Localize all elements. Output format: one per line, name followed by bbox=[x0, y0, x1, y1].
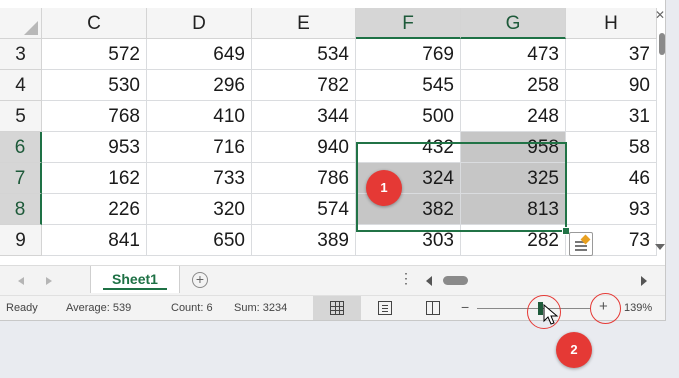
cell[interactable]: 768 bbox=[42, 101, 147, 132]
cell[interactable]: 162 bbox=[42, 163, 147, 194]
cell[interactable]: 572 bbox=[42, 39, 147, 70]
zoom-level[interactable]: 139% bbox=[624, 302, 652, 314]
table-row: 3 572 649 534 769 473 37 bbox=[0, 39, 665, 70]
cell[interactable]: 320 bbox=[147, 194, 252, 225]
close-icon[interactable]: ✕ bbox=[654, 8, 665, 22]
sheet-tab-sheet1[interactable]: Sheet1 bbox=[90, 266, 180, 293]
cell[interactable]: 473 bbox=[461, 39, 566, 70]
selected-cell[interactable]: 325 bbox=[461, 163, 566, 194]
cell[interactable]: 716 bbox=[147, 132, 252, 163]
cell[interactable]: 282 bbox=[461, 225, 566, 256]
row-header[interactable]: 8 bbox=[0, 194, 42, 225]
zoom-out-button[interactable]: − bbox=[461, 299, 469, 315]
highlight-ring-plus bbox=[590, 293, 621, 324]
ready-status: Ready bbox=[6, 302, 38, 314]
cell[interactable]: 769 bbox=[356, 39, 461, 70]
next-sheet-arrow-icon[interactable] bbox=[46, 277, 52, 285]
page-break-icon bbox=[426, 301, 440, 315]
cell[interactable]: 574 bbox=[252, 194, 356, 225]
table-row: 6 953 716 940 432 958 58 bbox=[0, 132, 665, 163]
cell[interactable]: 410 bbox=[147, 101, 252, 132]
quick-analysis-icon-line bbox=[575, 249, 587, 251]
scroll-left-arrow-icon[interactable] bbox=[426, 276, 432, 286]
cell[interactable]: 530 bbox=[42, 70, 147, 101]
cell[interactable]: 90 bbox=[566, 70, 657, 101]
cell[interactable]: 58 bbox=[566, 132, 657, 163]
count-status[interactable]: Count: 6 bbox=[171, 302, 213, 314]
page-layout-icon bbox=[378, 301, 392, 315]
mouse-pointer-icon bbox=[543, 304, 559, 325]
row-header[interactable]: 6 bbox=[0, 132, 42, 163]
table-row: 8 226 320 574 382 813 93 bbox=[0, 194, 665, 225]
select-all-corner[interactable] bbox=[0, 8, 42, 39]
page-break-preview-button[interactable] bbox=[409, 296, 457, 320]
cell[interactable]: 786 bbox=[252, 163, 356, 194]
selected-cell[interactable]: 813 bbox=[461, 194, 566, 225]
cell[interactable]: 841 bbox=[42, 225, 147, 256]
cell[interactable]: 226 bbox=[42, 194, 147, 225]
scroll-right-arrow-icon[interactable] bbox=[641, 276, 647, 286]
average-status[interactable]: Average: 539 bbox=[66, 302, 131, 314]
vertical-scroll-thumb[interactable] bbox=[659, 33, 665, 55]
table-row: 5 768 410 344 500 248 31 bbox=[0, 101, 665, 132]
row-header[interactable]: 4 bbox=[0, 70, 42, 101]
row-header[interactable]: 3 bbox=[0, 39, 42, 70]
cell[interactable]: 93 bbox=[566, 194, 657, 225]
cell[interactable]: 500 bbox=[356, 101, 461, 132]
page-layout-view-button[interactable] bbox=[361, 296, 409, 320]
cell[interactable]: 650 bbox=[147, 225, 252, 256]
column-header-d[interactable]: D bbox=[147, 8, 252, 39]
normal-view-button[interactable] bbox=[313, 296, 361, 320]
cell[interactable]: 534 bbox=[252, 39, 356, 70]
quick-analysis-button[interactable] bbox=[569, 232, 593, 256]
cell[interactable]: 296 bbox=[147, 70, 252, 101]
more-options-icon[interactable]: ⋮ bbox=[399, 270, 413, 287]
previous-sheet-arrow-icon[interactable] bbox=[18, 277, 24, 285]
cell[interactable]: 389 bbox=[252, 225, 356, 256]
cell[interactable]: 545 bbox=[356, 70, 461, 101]
column-header-c[interactable]: C bbox=[42, 8, 147, 39]
column-header-f[interactable]: F bbox=[356, 8, 461, 39]
quick-analysis-icon-line bbox=[575, 245, 587, 247]
column-header-row: C D E F G H bbox=[0, 8, 665, 39]
table-row: 7 162 733 786 324 325 46 bbox=[0, 163, 665, 194]
sum-status[interactable]: Sum: 3234 bbox=[234, 302, 287, 314]
active-cell[interactable]: 432 bbox=[356, 132, 461, 163]
cell[interactable]: 258 bbox=[461, 70, 566, 101]
excel-window: C D E F G H 3 572 649 534 769 473 37 4 5… bbox=[0, 0, 666, 321]
cell[interactable]: 31 bbox=[566, 101, 657, 132]
cell[interactable]: 344 bbox=[252, 101, 356, 132]
cell[interactable]: 37 bbox=[566, 39, 657, 70]
cell[interactable]: 940 bbox=[252, 132, 356, 163]
row-header[interactable]: 9 bbox=[0, 225, 42, 256]
row-header[interactable]: 7 bbox=[0, 163, 42, 194]
column-header-e[interactable]: E bbox=[252, 8, 356, 39]
scroll-down-arrow-icon[interactable] bbox=[655, 244, 665, 250]
selected-cell[interactable]: 958 bbox=[461, 132, 566, 163]
add-sheet-button[interactable]: + bbox=[192, 272, 208, 288]
cell[interactable]: 248 bbox=[461, 101, 566, 132]
cell[interactable]: 782 bbox=[252, 70, 356, 101]
column-header-g[interactable]: G bbox=[461, 8, 566, 39]
sheet-tab-bar: Sheet1 + ⋮ bbox=[0, 265, 665, 295]
cell[interactable]: 953 bbox=[42, 132, 147, 163]
step-marker-2: 2 bbox=[556, 332, 592, 368]
cell[interactable]: 303 bbox=[356, 225, 461, 256]
column-header-h[interactable]: H bbox=[566, 8, 657, 39]
normal-view-icon bbox=[330, 301, 344, 315]
cell[interactable]: 46 bbox=[566, 163, 657, 194]
status-bar: Ready Average: 539 Count: 6 Sum: 3234 − … bbox=[0, 295, 665, 320]
horizontal-scroll-thumb[interactable] bbox=[443, 276, 468, 285]
cell[interactable]: 733 bbox=[147, 163, 252, 194]
table-row: 4 530 296 782 545 258 90 bbox=[0, 70, 665, 101]
step-marker-1: 1 bbox=[366, 170, 402, 206]
table-row: 9 841 650 389 303 282 73 bbox=[0, 225, 665, 256]
row-header[interactable]: 5 bbox=[0, 101, 42, 132]
cell[interactable]: 649 bbox=[147, 39, 252, 70]
